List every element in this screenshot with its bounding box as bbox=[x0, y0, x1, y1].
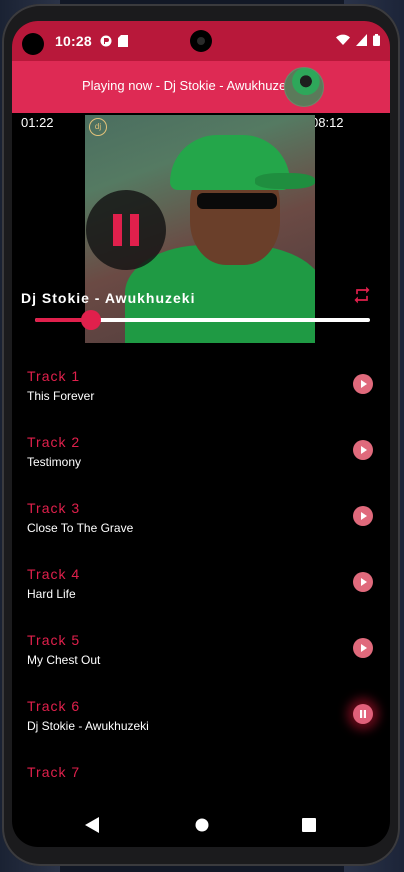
track-item[interactable]: Track 2 Testimony bbox=[12, 427, 390, 487]
track-name: Close To The Grave bbox=[27, 521, 134, 535]
data-saver-icon bbox=[100, 35, 112, 50]
track-play-button[interactable] bbox=[353, 440, 373, 460]
cellular-icon bbox=[356, 33, 367, 51]
play-icon bbox=[361, 578, 367, 586]
track-item[interactable]: Track 1 This Forever bbox=[12, 361, 390, 421]
track-number: Track 7 bbox=[27, 764, 81, 780]
track-number: Track 4 bbox=[27, 566, 81, 582]
play-icon bbox=[361, 380, 367, 388]
battery-icon bbox=[373, 33, 380, 51]
track-item[interactable]: Track 3 Close To The Grave bbox=[12, 493, 390, 553]
track-play-button[interactable] bbox=[353, 374, 373, 394]
now-playing-avatar[interactable] bbox=[284, 67, 324, 107]
status-bar: 10:28 bbox=[12, 21, 390, 61]
status-icons bbox=[336, 33, 380, 51]
repeat-button[interactable] bbox=[352, 285, 372, 305]
app-bar: Playing now - Dj Stokie - Awukhuze... bbox=[12, 61, 390, 113]
cover-logo: dj bbox=[89, 118, 107, 136]
screen: 10:28 Playing now - Dj Stokie - Awukhuze… bbox=[12, 21, 390, 847]
recents-icon[interactable] bbox=[302, 817, 316, 838]
play-icon bbox=[361, 512, 367, 520]
track-item[interactable]: Track 5 My Chest Out bbox=[12, 625, 390, 685]
track-play-button[interactable] bbox=[353, 638, 373, 658]
track-item[interactable]: Track 4 Hard Life bbox=[12, 559, 390, 619]
system-nav-bar bbox=[12, 805, 390, 847]
camera-punch-hole bbox=[190, 30, 212, 52]
back-icon[interactable] bbox=[85, 817, 99, 838]
track-play-button[interactable] bbox=[353, 506, 373, 526]
pause-button[interactable] bbox=[86, 190, 166, 270]
wifi-icon bbox=[336, 33, 350, 51]
track-name: This Forever bbox=[27, 389, 95, 403]
track-number: Track 6 bbox=[27, 698, 81, 714]
track-number: Track 1 bbox=[27, 368, 81, 384]
status-time: 10:28 bbox=[55, 33, 92, 49]
track-number: Track 5 bbox=[27, 632, 81, 648]
track-number: Track 2 bbox=[27, 434, 81, 450]
track-number: Track 3 bbox=[27, 500, 81, 516]
play-icon bbox=[361, 644, 367, 652]
seek-slider[interactable] bbox=[35, 310, 370, 330]
sd-card-icon bbox=[118, 35, 128, 50]
now-playing-title: Playing now - Dj Stokie - Awukhuze... bbox=[82, 78, 298, 93]
track-name: My Chest Out bbox=[27, 653, 101, 667]
repeat-icon bbox=[352, 286, 372, 309]
track-item-active[interactable]: Track 6 Dj Stokie - Awukhuzeki bbox=[12, 691, 390, 751]
track-name: Dj Stokie - Awukhuzeki bbox=[27, 719, 149, 733]
track-name: Hard Life bbox=[27, 587, 76, 601]
track-name: Testimony bbox=[27, 455, 82, 469]
total-duration: 08:12 bbox=[311, 115, 344, 130]
home-icon[interactable] bbox=[195, 817, 209, 838]
front-sensor bbox=[22, 33, 44, 55]
pause-icon bbox=[360, 710, 366, 718]
elapsed-time: 01:22 bbox=[21, 115, 54, 130]
phone-frame: 10:28 Playing now - Dj Stokie - Awukhuze… bbox=[2, 4, 400, 866]
track-play-button[interactable] bbox=[353, 572, 373, 592]
play-icon bbox=[361, 446, 367, 454]
current-song-title: Dj Stokie - Awukhuzeki bbox=[21, 290, 196, 306]
track-pause-button[interactable] bbox=[353, 704, 373, 724]
